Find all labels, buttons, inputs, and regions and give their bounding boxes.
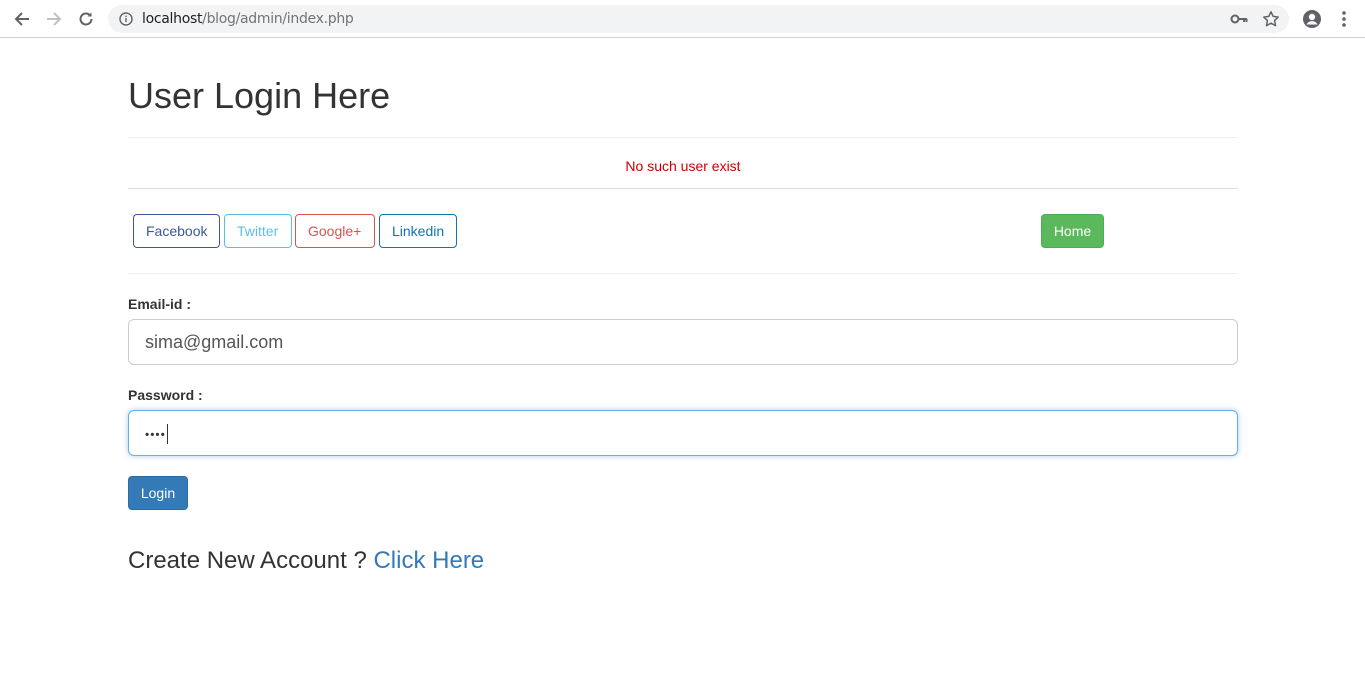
address-bar[interactable]: localhost/blog/admin/index.php — [108, 5, 1289, 33]
page-title: User Login Here — [128, 75, 391, 116]
create-account-link[interactable]: Click Here — [373, 547, 484, 574]
back-arrow-icon[interactable] — [10, 7, 34, 31]
browser-toolbar: localhost/blog/admin/index.php — [0, 0, 1365, 38]
password-field-value: •••• — [145, 427, 166, 442]
forward-arrow-icon[interactable] — [42, 7, 66, 31]
divider — [128, 273, 1238, 274]
divider — [128, 188, 1238, 189]
password-label: Password : — [128, 387, 203, 403]
login-button[interactable]: Login — [128, 476, 188, 510]
email-field[interactable]: sima@gmail.com — [128, 319, 1238, 365]
info-icon[interactable] — [119, 12, 133, 26]
home-button[interactable]: Home — [1041, 214, 1104, 248]
text-caret — [166, 424, 168, 445]
url-host: localhost — [142, 11, 203, 27]
account-icon[interactable] — [1302, 9, 1322, 29]
facebook-button[interactable]: Facebook — [133, 214, 220, 248]
twitter-button[interactable]: Twitter — [224, 214, 292, 248]
url-path: /blog/admin/index.php — [202, 11, 354, 27]
kebab-menu-icon[interactable] — [1336, 9, 1352, 29]
url-text: localhost/blog/admin/index.php — [142, 11, 354, 27]
email-field-value: sima@gmail.com — [145, 332, 284, 352]
key-icon[interactable] — [1230, 12, 1248, 26]
create-account-text: Create New Account ? — [128, 547, 367, 574]
reload-icon[interactable] — [74, 7, 98, 31]
linkedin-button[interactable]: Linkedin — [379, 214, 457, 248]
error-message: No such user exist — [625, 158, 741, 174]
create-account-prompt: Create New Account ? Click Here — [128, 547, 484, 575]
divider — [128, 137, 1238, 138]
password-field[interactable]: •••• — [128, 410, 1238, 456]
email-label: Email-id : — [128, 296, 192, 312]
bookmark-star-icon[interactable] — [1262, 10, 1280, 28]
google-plus-button[interactable]: Google+ — [295, 214, 375, 248]
